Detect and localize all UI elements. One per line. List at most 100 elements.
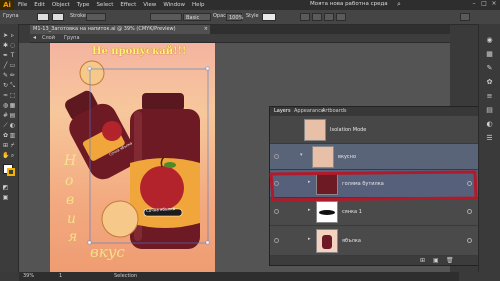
layer-thumbnail (304, 119, 326, 141)
menu-select[interactable]: Select (96, 2, 113, 8)
breadcrumb-group[interactable]: Група (64, 35, 80, 41)
new-layer-icon[interactable]: ▣ (433, 257, 439, 264)
stroke-swatch[interactable] (52, 13, 64, 21)
expand-arrow-icon[interactable]: ▾ (300, 152, 303, 158)
workspace-title[interactable]: Моята нова работна среда (310, 1, 388, 7)
stroke-label: Stroke (70, 13, 86, 19)
expand-arrow-icon[interactable]: ▸ (308, 236, 311, 242)
warp-tool-icon[interactable]: ≈ (2, 92, 9, 99)
menu-type[interactable]: Type (77, 2, 90, 8)
gradient-panel-icon[interactable]: ▤ (485, 106, 494, 115)
menu-view[interactable]: View (143, 2, 156, 8)
blend-tool-icon[interactable]: ◐ (9, 122, 16, 129)
isolate-icon[interactable] (324, 13, 334, 21)
layer-row-yabalka[interactable]: ▸ ябълка (270, 226, 488, 256)
page-number[interactable]: 1 (59, 272, 62, 281)
screen-mode-icon[interactable]: ▣ (2, 194, 9, 201)
layer-row-isolation[interactable]: Isolation Mode (270, 116, 488, 144)
brush-select[interactable]: Basic (183, 13, 211, 21)
visibility-eye-icon[interactable] (274, 209, 279, 214)
pencil-icon[interactable]: ✏ (9, 72, 16, 79)
breadcrumb: ◂ Слой Група (30, 34, 450, 43)
control-bar: Група Stroke Basic Opacity 100% Style (0, 10, 500, 25)
shape-builder-icon[interactable]: ◍ (2, 102, 9, 109)
layer-name[interactable]: сянка 1 (342, 209, 362, 215)
magic-wand-icon[interactable]: ✱ (2, 42, 9, 49)
fill-swatch[interactable] (37, 13, 49, 21)
tab-appearance[interactable]: Appearance (294, 108, 324, 114)
zoom-level[interactable]: 39% (23, 272, 34, 281)
mesh-tool-icon[interactable]: # (2, 112, 9, 119)
highlight-annotation (269, 170, 478, 202)
new-sublayer-icon[interactable]: ⊞ (420, 257, 425, 264)
expand-arrow-icon[interactable]: ▸ (308, 207, 311, 213)
selection-tool-icon[interactable]: ➤ (2, 32, 9, 39)
layer-row-vkusno[interactable]: ▾ вкусно (270, 144, 488, 170)
opacity-field[interactable]: 100% (226, 13, 243, 21)
menu-file[interactable]: File (18, 2, 27, 8)
breadcrumb-layer[interactable]: Слой (42, 35, 55, 41)
menu-edit[interactable]: Edit (34, 2, 45, 8)
minimize-icon[interactable]: – (470, 0, 478, 9)
color-panel-icon[interactable]: ◉ (485, 36, 494, 45)
variable-width-select[interactable] (150, 13, 182, 21)
visibility-eye-icon[interactable] (274, 238, 279, 243)
artboard-tool-icon[interactable]: ⊞ (2, 142, 9, 149)
slice-tool-icon[interactable]: ⌿ (9, 142, 16, 149)
visibility-eye-icon[interactable] (274, 154, 279, 159)
graph-tool-icon[interactable]: ▥ (9, 132, 16, 139)
rotate-tool-icon[interactable]: ↻ (2, 82, 9, 89)
panel-menu-icon[interactable] (460, 13, 470, 21)
arrange-icon[interactable] (336, 13, 346, 21)
document-tab[interactable]: M1-13_Заготовка на напиток.ai @ 39% (CMY… (30, 25, 210, 34)
menu-effect[interactable]: Effect (120, 2, 136, 8)
transform-icon[interactable] (312, 13, 322, 21)
align-icon[interactable] (300, 13, 310, 21)
stroke-panel-icon[interactable]: ≡ (485, 92, 494, 101)
layer-name[interactable]: Isolation Mode (330, 127, 366, 133)
artwork-illustration[interactable] (50, 43, 215, 272)
graphic-style-swatch[interactable] (262, 13, 276, 21)
stroke-color-icon[interactable] (7, 168, 15, 176)
artboard[interactable]: Не пропускай!!! Н о в и я вкус Сочна ябъ… (50, 43, 215, 272)
symbols-panel-icon[interactable]: ✿ (485, 78, 494, 87)
brushes-panel-icon[interactable]: ✎ (485, 64, 494, 73)
menu-help[interactable]: Help (192, 2, 205, 8)
menu-object[interactable]: Object (52, 2, 70, 8)
search-icon[interactable]: ⌕ (397, 0, 401, 9)
transparency-panel-icon[interactable]: ◐ (485, 120, 494, 129)
back-arrow-icon[interactable]: ◂ (33, 34, 36, 41)
gradient-tool-icon[interactable]: ▤ (9, 112, 16, 119)
rectangle-tool-icon[interactable]: ▭ (9, 62, 16, 69)
appearance-panel-icon[interactable]: ☰ (485, 134, 494, 143)
hand-tool-icon[interactable]: ✋ (2, 152, 9, 159)
tab-artboards[interactable]: Artboards (322, 108, 346, 114)
close-window-icon[interactable]: × (490, 0, 498, 9)
swatches-panel-icon[interactable]: ▦ (485, 50, 494, 59)
layer-name[interactable]: вкусно (338, 154, 356, 160)
tab-layers[interactable]: Layers (274, 108, 291, 114)
eyedropper-icon[interactable]: ⟋ (2, 122, 9, 129)
direct-selection-tool-icon[interactable]: ▹ (9, 32, 16, 39)
perspective-grid-icon[interactable]: ▦ (9, 102, 16, 109)
layer-thumbnail (316, 201, 338, 223)
layer-name[interactable]: ябълка (342, 238, 361, 244)
paintbrush-icon[interactable]: ✎ (2, 72, 9, 79)
close-tab-icon[interactable]: × (204, 25, 208, 34)
illustrator-logo: Ai (0, 0, 14, 10)
symbol-sprayer-icon[interactable]: ✿ (2, 132, 9, 139)
type-tool-icon[interactable]: T (9, 52, 16, 59)
lasso-icon[interactable]: ◌ (9, 42, 16, 49)
stroke-weight-field[interactable] (86, 13, 106, 21)
line-tool-icon[interactable]: ╱ (2, 62, 9, 69)
delete-layer-icon[interactable]: 🗑 (446, 257, 454, 264)
target-icon[interactable] (467, 209, 472, 214)
free-transform-icon[interactable]: ⬚ (9, 92, 16, 99)
target-icon[interactable] (467, 238, 472, 243)
draw-mode-icon[interactable]: ◩ (2, 184, 9, 191)
menu-window[interactable]: Window (163, 2, 185, 8)
maximize-icon[interactable]: □ (480, 0, 488, 9)
zoom-tool-icon[interactable]: ⌕ (9, 152, 16, 159)
scale-tool-icon[interactable]: ⤡ (9, 82, 16, 89)
pen-tool-icon[interactable]: ✒ (2, 52, 9, 59)
